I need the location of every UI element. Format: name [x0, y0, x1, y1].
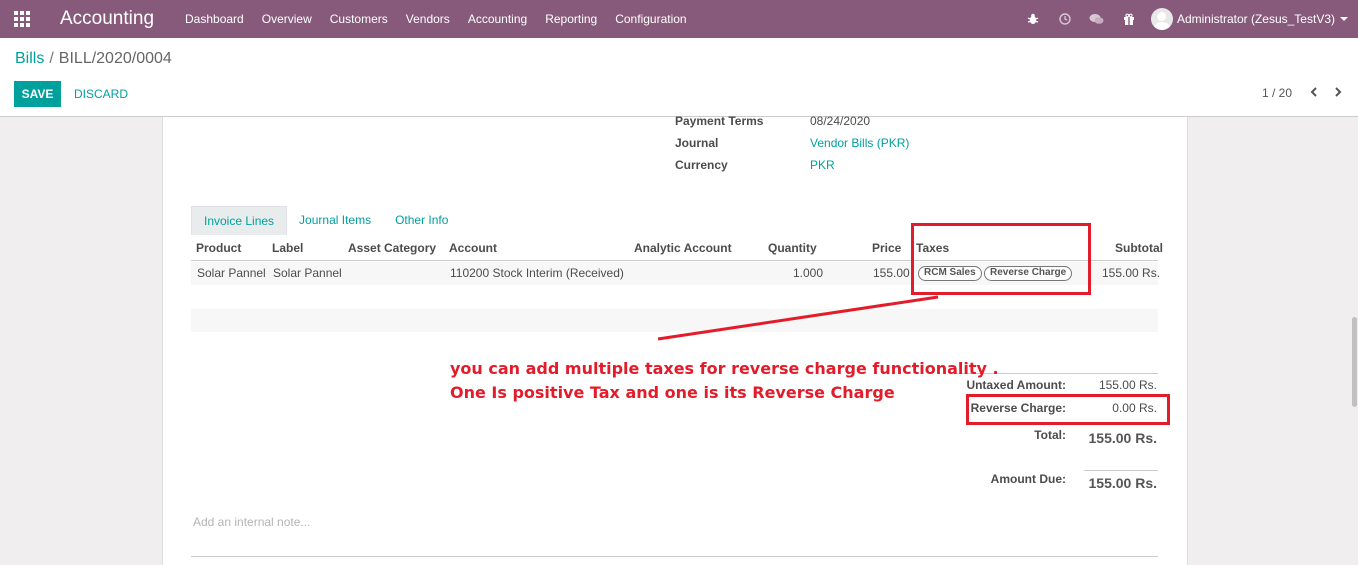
- annotation-text-line2: One Is positive Tax and one is its Rever…: [450, 383, 895, 402]
- annotation-arrow: [657, 295, 939, 341]
- annotation-text-line1: you can add multiple taxes for reverse c…: [450, 359, 999, 378]
